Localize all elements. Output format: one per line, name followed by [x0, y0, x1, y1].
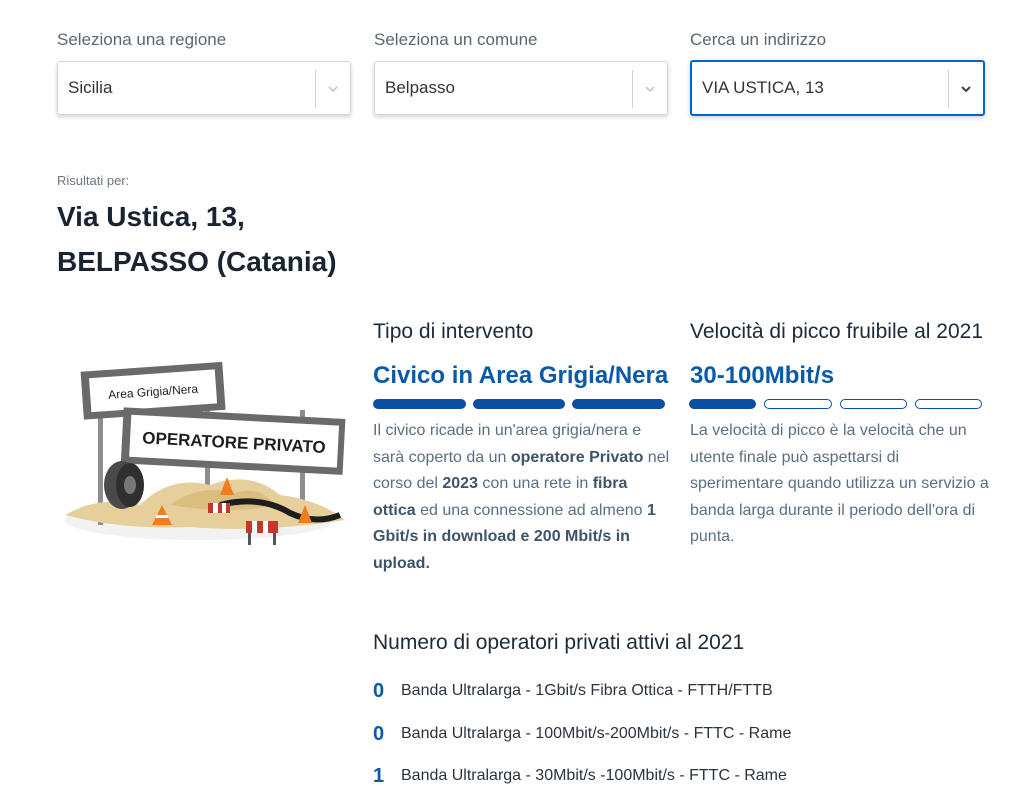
- chevron-down-icon[interactable]: [641, 81, 659, 97]
- operator-label: Banda Ultralarga - 1Gbit/s Fibra Ottica …: [401, 682, 773, 699]
- intervention-description: Il civico ricade in un'area grigia/nera …: [373, 418, 673, 577]
- construction-illustration: Area Grigia/Nera OPERATORE PRIVATO: [65, 361, 346, 545]
- address-search-input[interactable]: VIA USTICA, 13: [690, 60, 985, 116]
- level-segment-filled: [373, 399, 466, 409]
- chevron-down-icon[interactable]: [324, 81, 342, 97]
- results-label: Risultati per:: [57, 173, 130, 188]
- address-value: VIA USTICA, 13: [702, 78, 824, 97]
- intervention-level-bar: [373, 399, 665, 411]
- region-label: Seleziona una regione: [57, 30, 227, 49]
- result-address-line2: BELPASSO (Catania): [57, 246, 337, 277]
- address-label: Cerca un indirizzo: [690, 30, 827, 49]
- intervention-value: Civico in Area Grigia/Nera: [373, 362, 669, 389]
- speed-description: La velocità di picco è la velocità che u…: [690, 422, 989, 545]
- municipality-select[interactable]: Belpasso: [374, 61, 668, 115]
- chevron-down-icon[interactable]: [957, 81, 975, 97]
- region-select[interactable]: Sicilia: [57, 61, 351, 115]
- desc-text: con una rete in: [477, 475, 593, 492]
- speed-value: 30-100Mbit/s: [690, 362, 835, 389]
- level-segment-empty: [839, 399, 907, 409]
- operator-count: 0: [373, 723, 385, 745]
- region-value: Sicilia: [68, 78, 113, 97]
- select-divider: [948, 70, 949, 108]
- speed-title: Velocità di picco fruibile al 2021: [690, 320, 984, 343]
- speed-level-bar: [689, 399, 982, 411]
- municipality-label: Seleziona un comune: [374, 30, 538, 49]
- operator-count: 1: [373, 765, 385, 787]
- operator-label: Banda Ultralarga - 100Mbit/s-200Mbit/s -…: [401, 725, 792, 742]
- select-divider: [315, 70, 316, 108]
- result-address-line1: Via Ustica, 13,: [57, 201, 245, 232]
- operators-title: Numero di operatori privati attivi al 20…: [373, 631, 745, 654]
- level-segment-empty: [764, 399, 832, 409]
- desc-bold: operatore Privato: [510, 448, 644, 466]
- select-divider: [632, 70, 633, 108]
- result-address: Via Ustica, 13, BELPASSO (Catania): [57, 194, 337, 284]
- level-segment-filled: [572, 399, 665, 409]
- level-segment-empty: [914, 399, 982, 409]
- level-segment-filled: [689, 399, 757, 409]
- desc-bold: 2023: [442, 475, 478, 492]
- operator-label: Banda Ultralarga - 30Mbit/s -100Mbit/s -…: [401, 767, 787, 784]
- municipality-value: Belpasso: [385, 78, 455, 97]
- intervention-title: Tipo di intervento: [373, 320, 534, 343]
- level-segment-filled: [472, 399, 566, 409]
- desc-text: ed una connessione ad almeno: [415, 501, 647, 519]
- operator-count: 0: [373, 680, 385, 702]
